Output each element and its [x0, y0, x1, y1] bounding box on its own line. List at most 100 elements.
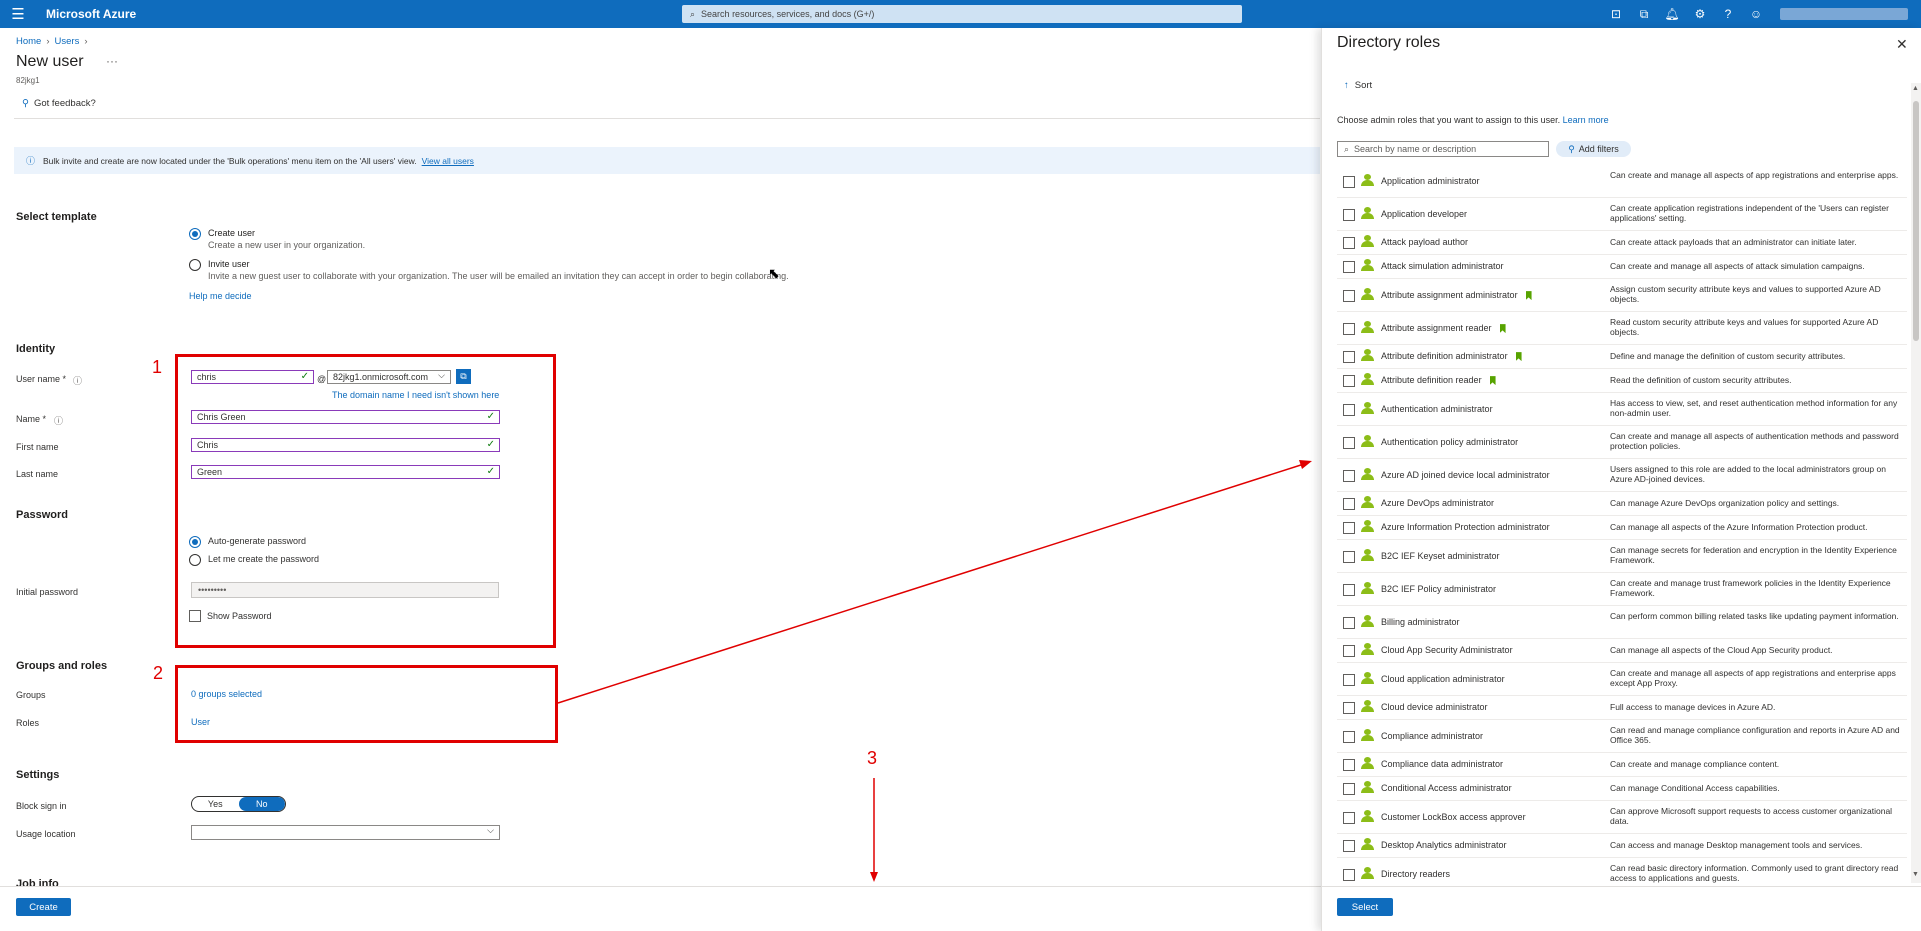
radio-selected[interactable]: [189, 228, 201, 240]
role-checkbox[interactable]: [1343, 522, 1355, 534]
role-person-icon: [1361, 402, 1375, 414]
role-person-icon: [1361, 468, 1375, 480]
role-checkbox[interactable]: [1343, 323, 1355, 335]
settings-gear-icon[interactable]: ⚙: [1686, 7, 1714, 21]
account-avatar[interactable]: [1780, 8, 1908, 20]
role-checkbox[interactable]: [1343, 375, 1355, 387]
role-checkbox[interactable]: [1343, 645, 1355, 657]
role-row[interactable]: Application developer Can create applicat…: [1337, 198, 1907, 231]
brand-title[interactable]: Microsoft Azure: [46, 7, 136, 21]
toggle-no[interactable]: No: [238, 797, 285, 811]
role-row[interactable]: Cloud App Security Administrator Can mana…: [1337, 639, 1907, 663]
role-checkbox[interactable]: [1343, 731, 1355, 743]
view-all-users-link[interactable]: View all users: [422, 156, 474, 166]
role-row[interactable]: Attribute definition reader Read the defi…: [1337, 369, 1907, 393]
role-row[interactable]: Attack payload author Can create attack p…: [1337, 231, 1907, 255]
directory-filter-icon[interactable]: ⧉: [1630, 7, 1658, 22]
breadcrumb-home[interactable]: Home: [16, 36, 41, 47]
role-row[interactable]: Customer LockBox access approver Can appr…: [1337, 801, 1907, 834]
name-info-icon[interactable]: ⓘ: [54, 414, 63, 427]
role-checkbox[interactable]: [1343, 470, 1355, 482]
role-row[interactable]: Cloud application administrator Can creat…: [1337, 663, 1907, 696]
close-icon[interactable]: ✕: [1896, 36, 1908, 53]
groups-roles-heading: Groups and roles: [16, 660, 108, 672]
hamburger-menu-icon[interactable]: ☰: [0, 0, 36, 28]
role-checkbox[interactable]: [1343, 404, 1355, 416]
help-me-decide-link[interactable]: Help me decide: [189, 291, 252, 301]
username-info-icon[interactable]: ⓘ: [73, 374, 82, 387]
role-description: Can manage secrets for federation and en…: [1610, 545, 1897, 565]
role-name: Desktop Analytics administrator: [1381, 840, 1507, 850]
role-person-icon: [1361, 235, 1375, 247]
create-button[interactable]: Create: [16, 898, 71, 916]
notifications-icon[interactable]: 🔔︎: [1658, 7, 1686, 21]
role-name: Authentication policy administrator: [1381, 437, 1518, 447]
role-checkbox[interactable]: [1343, 351, 1355, 363]
role-checkbox[interactable]: [1343, 290, 1355, 302]
role-checkbox[interactable]: [1343, 584, 1355, 596]
role-row[interactable]: Attack simulation administrator Can creat…: [1337, 255, 1907, 279]
global-search-input[interactable]: ⌕ Search resources, services, and docs (…: [682, 5, 1242, 23]
role-checkbox[interactable]: [1343, 869, 1355, 881]
feedback-link[interactable]: ⚲ Got feedback?: [22, 98, 96, 109]
select-button[interactable]: Select: [1337, 898, 1393, 916]
role-checkbox[interactable]: [1343, 209, 1355, 221]
role-row[interactable]: Compliance data administrator Can create …: [1337, 753, 1907, 777]
role-name-text: Attack payload author: [1381, 237, 1469, 247]
role-row[interactable]: Attribute assignment administrator Assign…: [1337, 279, 1907, 312]
role-row[interactable]: Azure AD joined device local administrat…: [1337, 459, 1907, 492]
role-checkbox[interactable]: [1343, 551, 1355, 563]
role-search-input[interactable]: ⌕ Search by name or description: [1337, 141, 1549, 157]
learn-more-link[interactable]: Learn more: [1563, 115, 1609, 125]
role-row[interactable]: Conditional Access administrator Can mana…: [1337, 777, 1907, 801]
role-row[interactable]: Attribute assignment reader Read custom s…: [1337, 312, 1907, 345]
breadcrumb-chevron-icon: ›: [46, 36, 50, 47]
role-checkbox[interactable]: [1343, 437, 1355, 449]
role-row[interactable]: Billing administrator Can perform common …: [1337, 606, 1907, 639]
breadcrumb-users[interactable]: Users: [55, 36, 80, 47]
role-checkbox[interactable]: [1343, 674, 1355, 686]
role-row[interactable]: Compliance administrator Can read and man…: [1337, 720, 1907, 753]
scroll-up-icon[interactable]: ▲: [1912, 85, 1919, 92]
role-row[interactable]: B2C IEF Keyset administrator Can manage s…: [1337, 540, 1907, 573]
usage-location-dropdown[interactable]: ⌵: [191, 825, 500, 840]
cloud-shell-icon[interactable]: ⊡: [1602, 7, 1630, 21]
role-row[interactable]: Attribute definition administrator Define…: [1337, 345, 1907, 369]
role-checkbox[interactable]: [1343, 498, 1355, 510]
role-row[interactable]: Authentication policy administrator Can c…: [1337, 426, 1907, 459]
role-checkbox[interactable]: [1343, 261, 1355, 273]
sort-button[interactable]: ↑ Sort: [1344, 80, 1372, 91]
scrollbar[interactable]: ▲ ▼: [1911, 83, 1921, 883]
role-checkbox[interactable]: [1343, 783, 1355, 795]
help-icon[interactable]: ?: [1714, 7, 1742, 21]
role-name-text: Cloud application administrator: [1381, 674, 1505, 684]
create-user-radio[interactable]: Create user Create a new user in your org…: [189, 228, 365, 250]
role-description: Can approve Microsoft support requests t…: [1610, 806, 1893, 826]
role-checkbox[interactable]: [1343, 617, 1355, 629]
block-signin-toggle[interactable]: Yes No: [191, 796, 286, 812]
radio-unselected[interactable]: [189, 259, 201, 271]
feedback-icon[interactable]: ☺: [1742, 7, 1770, 21]
role-name-text: Cloud device administrator: [1381, 702, 1488, 712]
role-checkbox[interactable]: [1343, 237, 1355, 249]
scrollbar-thumb[interactable]: [1913, 101, 1919, 341]
role-checkbox[interactable]: [1343, 759, 1355, 771]
role-row[interactable]: Azure DevOps administrator Can manage Azu…: [1337, 492, 1907, 516]
toggle-yes[interactable]: Yes: [192, 797, 239, 811]
role-checkbox[interactable]: [1343, 176, 1355, 188]
scroll-down-icon[interactable]: ▼: [1912, 871, 1919, 878]
role-row[interactable]: B2C IEF Policy administrator Can create a…: [1337, 573, 1907, 606]
more-options-icon[interactable]: ···: [106, 54, 118, 68]
role-row[interactable]: Azure Information Protection administrat…: [1337, 516, 1907, 540]
role-row[interactable]: Cloud device administrator Full access to…: [1337, 696, 1907, 720]
role-checkbox[interactable]: [1343, 840, 1355, 852]
role-row[interactable]: Application administrator Can create and …: [1337, 165, 1907, 198]
add-filters-button[interactable]: ⚲ Add filters: [1556, 141, 1631, 157]
invite-user-radio[interactable]: Invite user Invite a new guest user to co…: [189, 259, 789, 281]
role-description: Full access to manage devices in Azure A…: [1610, 702, 1776, 712]
role-checkbox[interactable]: [1343, 702, 1355, 714]
role-checkbox[interactable]: [1343, 812, 1355, 824]
role-row[interactable]: Desktop Analytics administrator Can acces…: [1337, 834, 1907, 858]
footer-bar: Create: [0, 886, 1321, 931]
role-row[interactable]: Authentication administrator Has access t…: [1337, 393, 1907, 426]
